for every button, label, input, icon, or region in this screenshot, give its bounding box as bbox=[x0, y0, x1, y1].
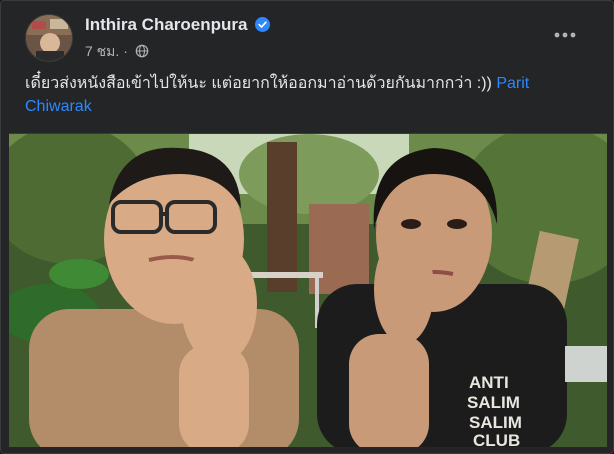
shirt-text-line-4: CLUB bbox=[473, 431, 520, 447]
photo-image: ANTI SALIM SALIM CLUB bbox=[9, 134, 607, 447]
meta-separator: · bbox=[123, 43, 128, 59]
post-message: เดี๋ยวส่งหนังสือเข้าไปให้นะ แต่อยากให้ออ… bbox=[25, 75, 497, 92]
shirt-text-line-1: ANTI bbox=[469, 373, 509, 392]
post-text: เดี๋ยวส่งหนังสือเข้าไปให้นะ แต่อยากให้ออ… bbox=[25, 72, 595, 118]
author-avatar[interactable] bbox=[25, 14, 73, 62]
post-meta: 7 ชม. · bbox=[85, 41, 149, 63]
globe-icon[interactable] bbox=[135, 44, 149, 58]
more-options-icon[interactable] bbox=[549, 21, 581, 49]
author-name[interactable]: Inthira Charoenpura bbox=[85, 15, 247, 35]
post-timestamp[interactable]: 7 ชม. bbox=[85, 43, 119, 59]
verified-badge-icon bbox=[255, 17, 270, 32]
facebook-post: Inthira Charoenpura 7 ชม. · เดี๋ยวส่งหนั… bbox=[0, 0, 614, 454]
post-header: Inthira Charoenpura 7 ชม. · bbox=[1, 1, 613, 67]
post-photo[interactable]: ANTI SALIM SALIM CLUB bbox=[9, 133, 607, 447]
avatar-image bbox=[26, 15, 72, 61]
shirt-text-line-2: SALIM bbox=[467, 393, 520, 412]
shirt-text-line-3: SALIM bbox=[469, 413, 522, 432]
